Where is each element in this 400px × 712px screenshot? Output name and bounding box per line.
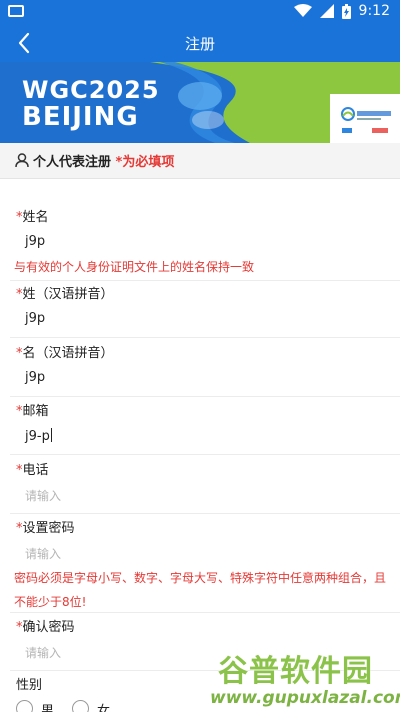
status-icons: 9:12 [293,3,390,19]
wgc-logo [341,107,391,133]
given-name-input[interactable]: j9p [25,370,45,385]
field-label-text: 姓名 [22,210,49,225]
page-title: 注册 [184,35,215,53]
gender-label: 性别 [16,678,43,693]
field-label-email: *邮箱 [16,400,49,419]
status-bar: 9:12 [0,0,400,24]
name-hint: 与有效的个人身份证明文件上的姓名保持一致 [14,260,255,274]
watermark-url: www.gupuxlazal.com [210,688,400,708]
banner-title-line2: BEIJING [22,102,139,132]
watermark-title: 谷普软件园 [218,654,373,689]
gender-male-label: 男 [41,704,55,712]
password-input[interactable]: 请输入 [25,545,61,562]
divider [10,396,400,397]
wifi-icon [293,4,312,17]
field-label-text: 确认密码 [22,620,75,635]
required-note: *为必填项 [115,155,175,170]
user-icon [15,153,29,168]
email-value: j9-p [25,429,50,444]
gender-male-radio[interactable] [16,700,33,712]
field-label-text: 设置密码 [22,521,75,536]
field-label-password: *设置密码 [16,517,75,536]
section-title-text: 个人代表注册 [33,155,112,170]
app-bar: 注册 [0,24,400,62]
divider [10,337,400,338]
field-label-confirm-password: *确认密码 [16,616,75,635]
field-label-name: *姓名 [16,206,49,225]
text-caret [50,428,52,442]
divider [10,513,400,514]
banner-title-line1: WGC2025 [22,76,160,104]
divider [10,454,400,455]
field-label-text: 电话 [22,463,49,478]
signal-icon [319,4,334,18]
divider [10,612,400,613]
field-label-surname: *姓（汉语拼音） [16,283,114,302]
confirm-password-input[interactable]: 请输入 [25,644,61,661]
phone-input[interactable]: 请输入 [25,487,61,504]
notification-icon [8,5,24,17]
status-time: 9:12 [358,3,390,19]
email-field[interactable]: j9-p [25,428,52,444]
site-watermark: 谷普软件园 www.gupuxlazal.com [210,646,400,712]
name-input[interactable]: j9p [25,234,45,249]
event-banner: WGC2025 BEIJING [0,62,400,143]
gender-female-label: 女 [97,704,111,712]
gender-female-radio[interactable] [72,700,89,712]
section-header: 个人代表注册 *为必填项 [0,143,400,179]
surname-input[interactable]: j9p [25,311,45,326]
section-title: 个人代表注册 *为必填项 [33,151,174,170]
divider [10,280,400,281]
password-hint: 密码必须是字母小写、数字、字母大写、特殊字符中任意两种组合，且不能少于8位! [14,571,387,609]
field-label-given-name: *名（汉语拼音） [16,342,114,361]
field-label-phone: *电话 [16,459,49,478]
field-label-text: 名（汉语拼音） [22,346,114,361]
field-label-text: 邮箱 [22,404,49,419]
field-label-text: 姓（汉语拼音） [22,287,114,302]
battery-icon [341,3,351,19]
